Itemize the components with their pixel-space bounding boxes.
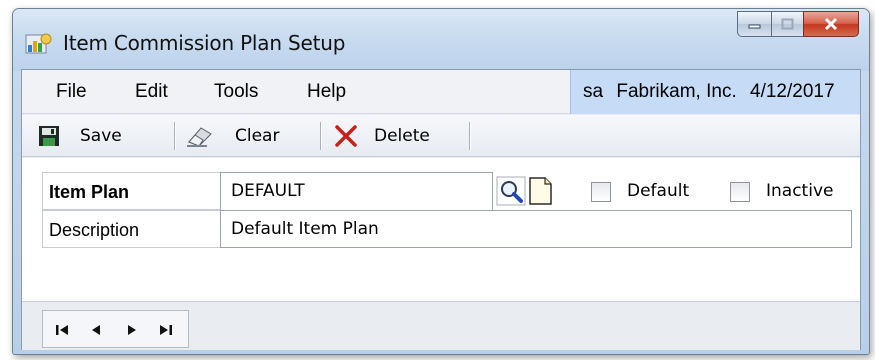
menu-bar: File Edit Tools Help sa Fabrikam, Inc. 4… <box>22 70 860 114</box>
user-date: 4/12/2017 <box>750 81 835 102</box>
next-record-icon[interactable] <box>121 320 141 340</box>
first-record-icon[interactable] <box>53 320 73 340</box>
menu-edit[interactable]: Edit <box>135 81 168 103</box>
save-button[interactable]: Save <box>38 115 122 157</box>
inactive-checkbox[interactable] <box>730 182 750 202</box>
user-name: sa <box>583 81 604 102</box>
record-navigation-bar <box>22 301 860 350</box>
item-plan-label: Item Plan <box>42 172 220 210</box>
magnifier-icon[interactable] <box>496 176 526 206</box>
new-document-icon[interactable] <box>525 176 555 206</box>
window-title: Item Commission Plan Setup <box>63 31 346 55</box>
eraser-icon <box>187 127 212 147</box>
application-window: Item Commission Plan Setup File Edit Too… <box>12 8 870 355</box>
last-record-icon[interactable] <box>155 320 175 340</box>
toolbar-separator <box>469 122 471 150</box>
previous-record-icon[interactable] <box>87 320 107 340</box>
red-x-icon <box>335 125 357 147</box>
record-navigation <box>42 310 189 348</box>
close-icon <box>824 17 838 31</box>
inactive-label: Inactive <box>766 181 834 201</box>
toolbar-separator <box>320 122 322 150</box>
minimize-icon <box>748 24 760 29</box>
close-button[interactable] <box>803 11 859 37</box>
menu-file[interactable]: File <box>56 81 87 103</box>
toolbar: Save Clear Delete <box>22 115 860 157</box>
default-label: Default <box>627 181 690 201</box>
commission-plan-icon <box>25 33 52 54</box>
menu-tools[interactable]: Tools <box>214 81 258 103</box>
description-label: Description <box>42 210 220 248</box>
title-bar[interactable]: Item Commission Plan Setup <box>13 9 869 71</box>
delete-button[interactable]: Delete <box>334 115 430 157</box>
window-controls <box>737 11 859 37</box>
maximize-icon <box>781 18 793 30</box>
clear-label: Clear <box>235 126 280 146</box>
item-plan-input[interactable]: DEFAULT <box>220 172 493 210</box>
menu-help[interactable]: Help <box>307 81 346 103</box>
description-input[interactable]: Default Item Plan <box>220 210 852 248</box>
toolbar-separator <box>174 122 176 150</box>
minimize-button[interactable] <box>737 11 771 37</box>
window-content: File Edit Tools Help sa Fabrikam, Inc. 4… <box>21 69 861 350</box>
delete-label: Delete <box>374 126 430 146</box>
company-name: Fabrikam, Inc. <box>616 81 737 102</box>
save-label: Save <box>80 126 122 146</box>
clear-button[interactable]: Clear <box>185 115 279 157</box>
maximize-button[interactable] <box>771 11 803 37</box>
user-info-panel: sa Fabrikam, Inc. 4/12/2017 <box>570 70 860 114</box>
form-area: Item Plan DEFAULT Default Inactive Descr… <box>22 158 860 301</box>
floppy-disk-icon <box>39 126 59 146</box>
default-checkbox[interactable] <box>591 182 611 202</box>
